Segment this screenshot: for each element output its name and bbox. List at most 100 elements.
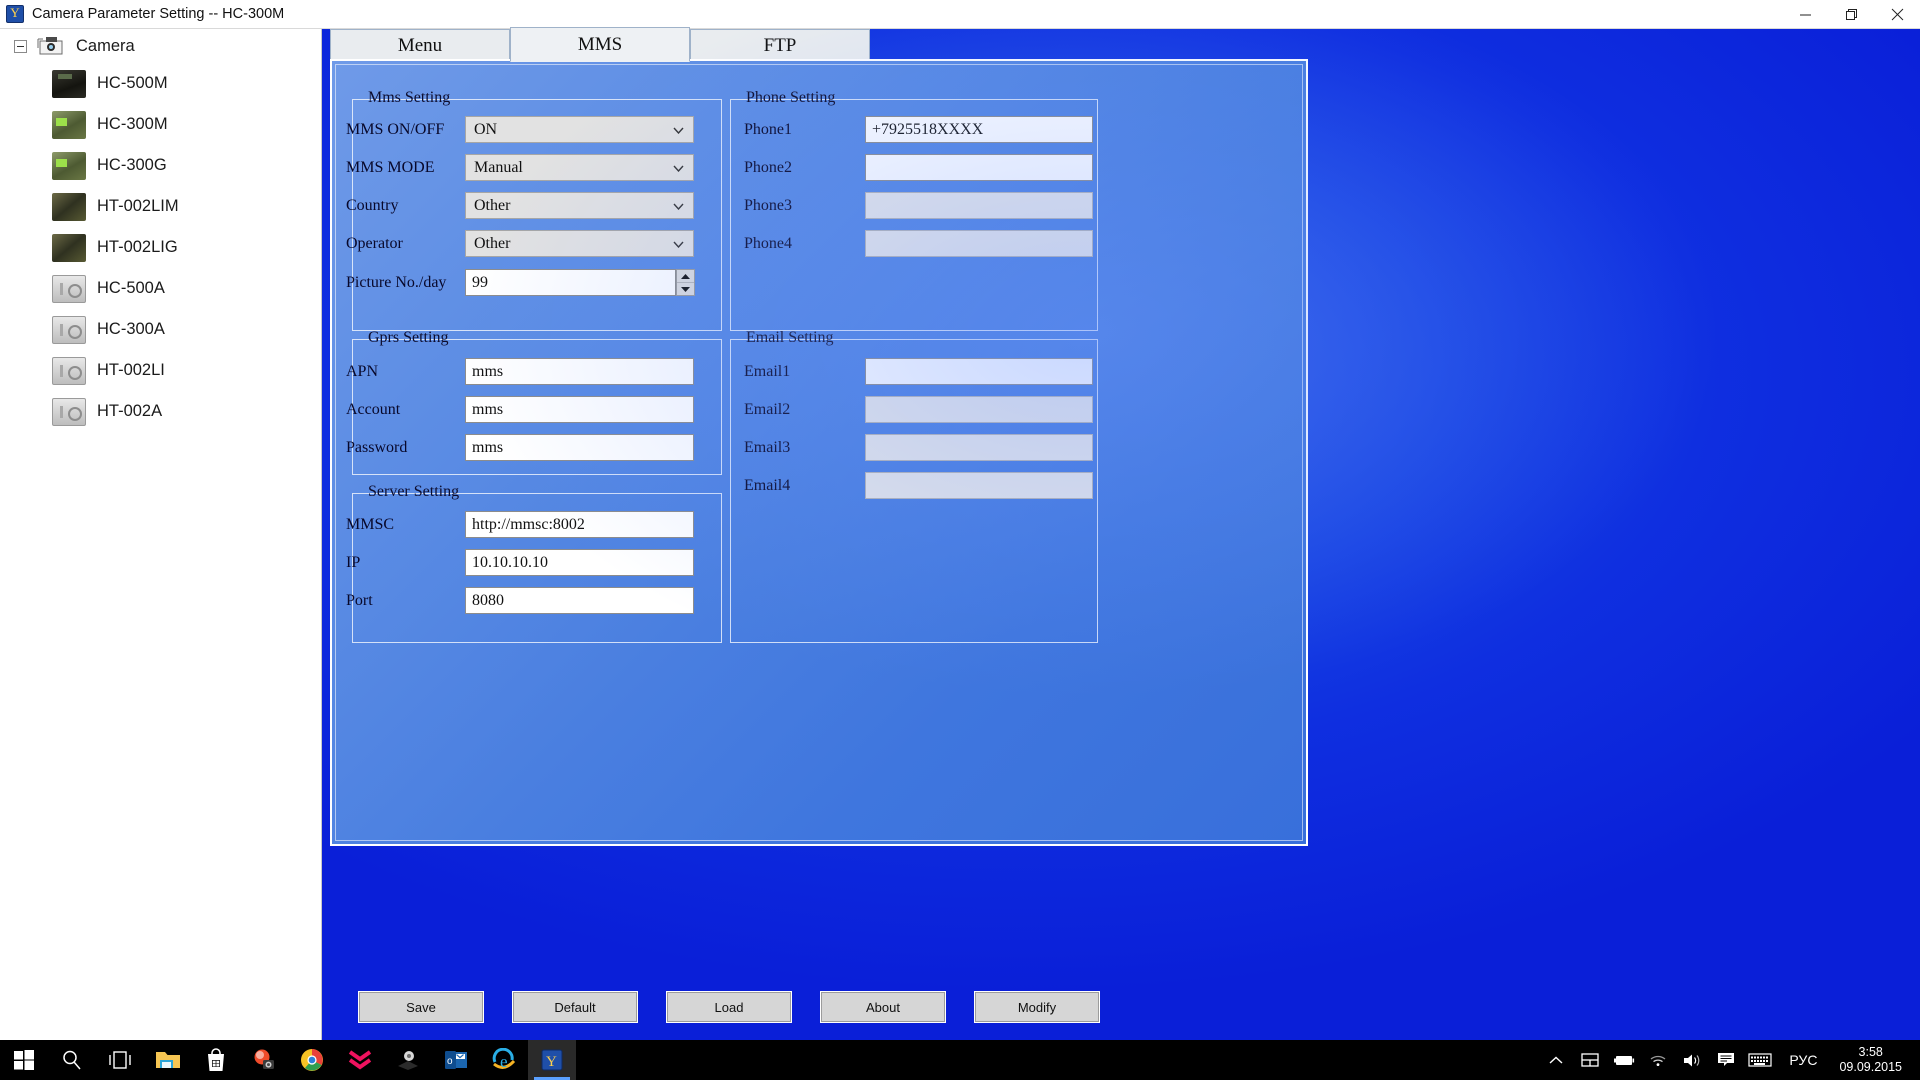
label-country: Country: [346, 197, 399, 214]
sidebar-item-label: HT-002LIM: [97, 197, 179, 215]
wifi-icon[interactable]: [1641, 1040, 1675, 1080]
combo-value: Other: [474, 196, 511, 214]
sidebar-item-label: HC-300G: [97, 156, 167, 174]
sidebar-item-camera-root[interactable]: Camera: [0, 29, 321, 63]
tab-label: Menu: [397, 34, 443, 56]
sidebar-item-ht-002a[interactable]: HT-002A: [0, 391, 321, 432]
tab-ftp[interactable]: FTP: [690, 29, 870, 62]
tablet-mode-icon[interactable]: [1573, 1040, 1607, 1080]
label-email3: Email3: [744, 439, 791, 456]
input-phone1[interactable]: +7925518XXXX: [865, 116, 1093, 143]
label-phone3: Phone3: [744, 197, 792, 214]
group-title-mms: Mms Setting: [368, 89, 451, 106]
windows-start-icon[interactable]: [0, 1040, 48, 1080]
sidebar-item-label: HC-300M: [97, 115, 168, 133]
input-ip[interactable]: 10.10.10.10: [465, 549, 694, 576]
clock[interactable]: 3:58 09.09.2015: [1829, 1045, 1912, 1075]
chevron-down-icon[interactable]: [673, 121, 684, 139]
microsoft-store-icon[interactable]: [192, 1040, 240, 1080]
chevron-down-icon[interactable]: [673, 197, 684, 215]
keyboard-icon[interactable]: [1743, 1040, 1777, 1080]
input-mmsc[interactable]: http://mmsc:8002: [465, 511, 694, 538]
field-value: http://mmsc:8002: [472, 515, 585, 533]
window-title: Camera Parameter Setting -- HC-300M: [32, 6, 285, 22]
sidebar-item-label: HC-500A: [97, 279, 165, 297]
button-label: Load: [714, 999, 744, 1015]
sidebar-item-hc-300a[interactable]: HC-300A: [0, 309, 321, 350]
camera-thumbnail-icon: [52, 192, 86, 221]
input-account[interactable]: mms: [465, 396, 694, 423]
label-email4: Email4: [744, 477, 791, 494]
sidebar-item-hc-500a[interactable]: HC-500A: [0, 268, 321, 309]
search-icon[interactable]: [48, 1040, 96, 1080]
outlook-icon[interactable]: o: [432, 1040, 480, 1080]
sidebar-item-hc-500m[interactable]: HC-500M: [0, 63, 321, 104]
restore-icon[interactable]: [1828, 0, 1874, 29]
group-title-phone: Phone Setting: [746, 89, 836, 106]
spinner-up-icon[interactable]: [677, 270, 694, 282]
windows-taskbar: o e Y РУС 3:58 09.09.2015: [0, 1040, 1920, 1080]
default-button[interactable]: Default: [512, 991, 638, 1023]
label-port: Port: [346, 592, 373, 609]
task-view-icon[interactable]: [96, 1040, 144, 1080]
spinner-down-icon[interactable]: [677, 282, 694, 295]
sidebar-item-hc-300m[interactable]: HC-300M: [0, 104, 321, 145]
tab-label: FTP: [763, 34, 797, 56]
input-apn[interactable]: mms: [465, 358, 694, 385]
collapse-icon[interactable]: [14, 39, 27, 53]
camera-thumbnail-icon: [52, 397, 86, 426]
camera-node-icon: [37, 35, 67, 57]
clock-date: 09.09.2015: [1839, 1060, 1902, 1074]
picture-no-spinner[interactable]: [676, 269, 695, 296]
camera-tree-sidebar[interactable]: Camera HC-500M HC-300M HC-300G HT-002LIM HT-…: [0, 29, 322, 1040]
camera-app-icon[interactable]: Y: [528, 1040, 576, 1080]
label-picture-no-day: Picture No./day: [346, 274, 447, 291]
language-indicator[interactable]: РУС: [1777, 1052, 1829, 1068]
tray-icon-list: [1539, 1040, 1777, 1080]
gear-app-icon[interactable]: [384, 1040, 432, 1080]
sidebar-item-label: HT-002LIG: [97, 238, 178, 256]
input-picture-no-day[interactable]: 99: [465, 269, 676, 296]
google-chrome-icon[interactable]: [288, 1040, 336, 1080]
modify-button[interactable]: Modify: [974, 991, 1100, 1023]
sidebar-item-ht-002lig[interactable]: HT-002LIG: [0, 227, 321, 268]
button-label: Modify: [1017, 999, 1057, 1015]
input-password[interactable]: mms: [465, 434, 694, 461]
internet-explorer-icon[interactable]: e: [480, 1040, 528, 1080]
chevrons-app-icon[interactable]: [336, 1040, 384, 1080]
load-button[interactable]: Load: [666, 991, 792, 1023]
volume-icon[interactable]: [1675, 1040, 1709, 1080]
tab-mms[interactable]: MMS: [510, 27, 690, 62]
svg-text:e: e: [500, 1052, 508, 1071]
minimize-icon[interactable]: [1782, 0, 1828, 29]
input-phone2[interactable]: [865, 154, 1093, 181]
input-email4: [865, 472, 1093, 499]
battery-icon[interactable]: [1607, 1040, 1641, 1080]
field-value: 99: [472, 273, 488, 291]
chevron-down-icon[interactable]: [673, 235, 684, 253]
photo-viewer-icon[interactable]: [240, 1040, 288, 1080]
chevron-up-icon[interactable]: [1539, 1040, 1573, 1080]
input-port[interactable]: 8080: [465, 587, 694, 614]
close-icon[interactable]: [1874, 0, 1920, 29]
sidebar-item-hc-300g[interactable]: HC-300G: [0, 145, 321, 186]
combo-mms-mode[interactable]: Manual: [465, 154, 694, 181]
label-email1: Email1: [744, 363, 791, 380]
input-email1[interactable]: [865, 358, 1093, 385]
label-account: Account: [346, 401, 401, 418]
label-mms-on-off: MMS ON/OFF: [346, 121, 445, 138]
chevron-down-icon[interactable]: [673, 159, 684, 177]
combo-operator[interactable]: Other: [465, 230, 694, 257]
label-operator: Operator: [346, 235, 403, 252]
system-tray: РУС 3:58 09.09.2015: [1539, 1040, 1920, 1080]
combo-country[interactable]: Other: [465, 192, 694, 219]
tab-menu[interactable]: Menu: [330, 29, 510, 62]
sidebar-item-ht-002lim[interactable]: HT-002LIM: [0, 186, 321, 227]
about-button[interactable]: About: [820, 991, 946, 1023]
sidebar-item-label: HC-300A: [97, 320, 165, 338]
sidebar-item-ht-002li[interactable]: HT-002LI: [0, 350, 321, 391]
save-button[interactable]: Save: [358, 991, 484, 1023]
notifications-icon[interactable]: [1709, 1040, 1743, 1080]
combo-mms-on-off[interactable]: ON: [465, 116, 694, 143]
file-explorer-icon[interactable]: [144, 1040, 192, 1080]
